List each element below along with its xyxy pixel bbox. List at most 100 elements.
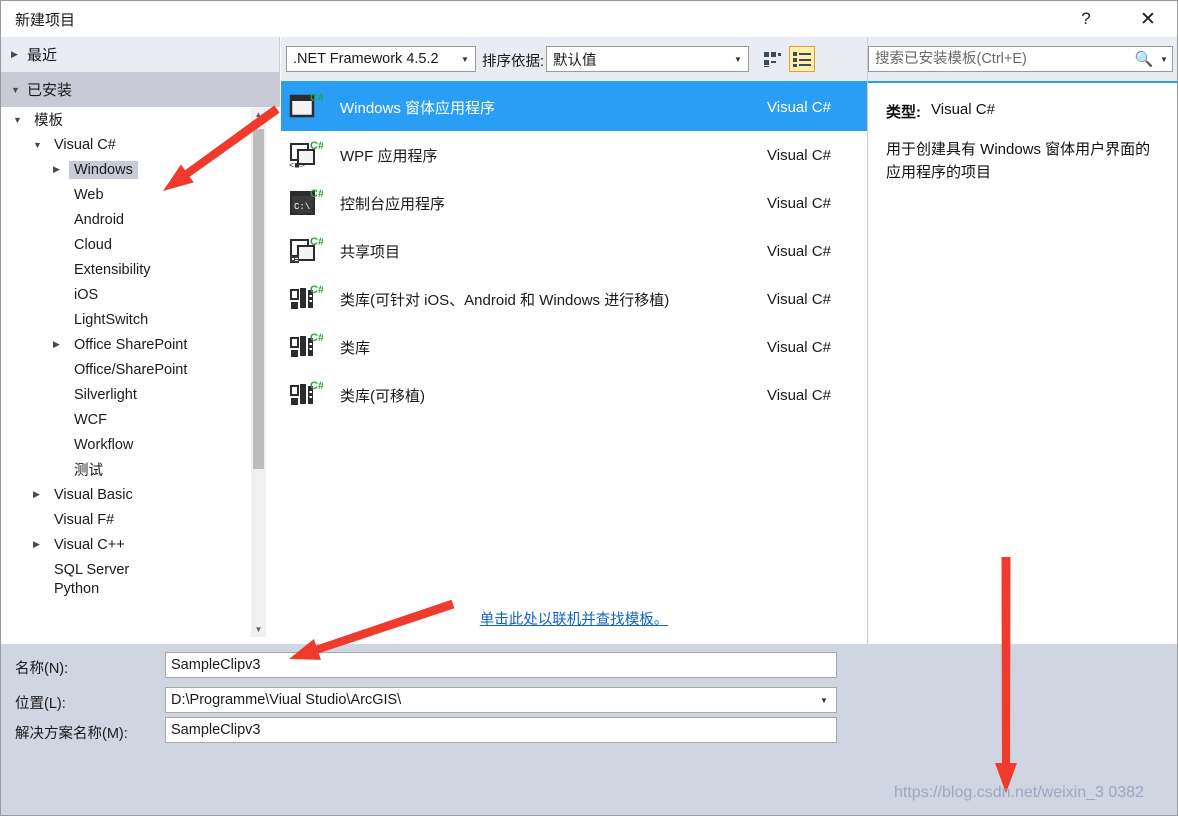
template-type-value: Visual C# — [931, 101, 995, 118]
chevron-right-icon[interactable] — [53, 164, 69, 175]
location-label: 位置(L): — [15, 696, 66, 712]
tree-item-sql-server[interactable]: SQL Server — [1, 557, 280, 582]
template-name: 类库 — [340, 339, 371, 357]
template-list[interactable]: C# Windows 窗体应用程序 Visual C# <■> C# WPF 应用程序 Vi… — [281, 81, 867, 593]
chevron-down-icon[interactable] — [13, 115, 29, 125]
watermark-text: https://blog.csdn.net/weixin_3 0382 — [894, 784, 1144, 801]
name-input[interactable]: SampleClipv3 — [165, 652, 837, 678]
tree-item-label: 模板 — [34, 113, 63, 129]
solution-name-input[interactable]: SampleClipv3 — [165, 717, 837, 743]
svg-text:C#: C# — [310, 92, 323, 104]
template-language: Visual C# — [767, 386, 831, 404]
tree-item-windows[interactable]: Windows — [1, 157, 280, 182]
search-box[interactable]: 🔍 ▼ — [868, 46, 1173, 72]
location-input[interactable]: D:\Programme\Viual Studio\ArcGIS\ ▼ — [165, 687, 837, 713]
template-list-item[interactable]: C# Windows 窗体应用程序 Visual C# — [281, 83, 867, 131]
dialog-title: 新建项目 — [15, 12, 76, 29]
tree-item-workflow[interactable]: Workflow — [1, 432, 280, 457]
tree-item-lightswitch[interactable]: LightSwitch — [1, 307, 280, 332]
tree-item-office-sharepoint[interactable]: Office/SharePoint — [1, 357, 280, 382]
tree-item-wcf[interactable]: WCF — [1, 407, 280, 432]
chevron-down-icon: ▼ — [734, 54, 742, 64]
chevron-down-icon[interactable]: ▼ — [1156, 55, 1172, 64]
tree-item-extensibility[interactable]: Extensibility — [1, 257, 280, 282]
list-view-button[interactable] — [789, 46, 815, 72]
tree-item-silverlight[interactable]: Silverlight — [1, 382, 280, 407]
framework-version-dropdown[interactable]: .NET Framework 4.5.2 ▼ — [286, 46, 476, 72]
search-area: 🔍 ▼ — [868, 37, 1177, 81]
template-type-label: 类型: — [886, 104, 921, 121]
chevron-down-icon[interactable] — [33, 140, 49, 150]
scroll-up-arrow-icon[interactable]: ▲ — [251, 107, 266, 122]
svg-text:<■>: <■> — [289, 161, 305, 171]
tree-item-label: SQL Server — [54, 561, 130, 578]
tree-item-visual-f[interactable]: Visual F# — [1, 507, 280, 532]
sidebar-group-recent[interactable]: 最近 — [1, 37, 279, 72]
tree-item-android[interactable]: Android — [1, 207, 280, 232]
tree-item-office-sharepoint[interactable]: Office SharePoint — [1, 332, 280, 357]
scrollbar-thumb[interactable] — [253, 129, 264, 469]
tree-item-label: 测试 — [74, 463, 103, 479]
help-button[interactable]: ? — [1063, 1, 1109, 37]
tree-item-cloud[interactable]: Cloud — [1, 232, 280, 257]
sidebar-group-installed[interactable]: 已安装 — [1, 72, 279, 107]
online-templates-link[interactable]: 单击此处以联机并查找模板。 — [480, 608, 669, 629]
svg-text:C#: C# — [310, 236, 323, 248]
sort-by-label: 排序依据: — [482, 54, 545, 70]
template-name: WPF 应用程序 — [340, 147, 438, 165]
wpf-csharp-icon: <■> C# — [289, 138, 324, 172]
tree-item-ios[interactable]: iOS — [1, 282, 280, 307]
template-list-item[interactable]: <■> C# WPF 应用程序 Visual C# — [281, 131, 867, 179]
tree-item-python[interactable]: Python — [1, 582, 280, 596]
template-list-item[interactable]: C# 类库 Visual C# — [281, 323, 867, 371]
tree-item-visual-c[interactable]: Visual C++ — [1, 532, 280, 557]
chevron-right-icon[interactable] — [33, 489, 49, 500]
template-list-item[interactable]: C# 类库(可针对 iOS、Android 和 Windows 进行移植) Visu… — [281, 275, 867, 323]
template-list-item[interactable]: C# 类库(可移植) Visual C# — [281, 371, 867, 419]
svg-text:C#: C# — [310, 380, 323, 392]
location-value: D:\Programme\Viual Studio\ArcGIS\ — [171, 692, 402, 708]
tree-item-[interactable]: 测试 — [1, 457, 280, 482]
template-name: 类库(可移植) — [340, 387, 425, 405]
tree-item-label: Visual Basic — [54, 486, 133, 503]
close-button[interactable]: ✕ — [1125, 1, 1171, 37]
chevron-right-icon — [11, 49, 27, 60]
title-bar: 新建项目 ? ✕ — [1, 1, 1177, 37]
tree-item-label: Android — [74, 211, 124, 228]
tree-item-visual-c[interactable]: Visual C# — [1, 132, 280, 157]
tree-item-[interactable]: 模板 — [1, 107, 280, 132]
template-info: 类型: Visual C# 用于创建具有 Windows 窗体用户界面的应用程序… — [868, 81, 1177, 644]
medium-icons-view-button[interactable] — [759, 46, 785, 72]
search-input[interactable] — [869, 50, 1132, 68]
tree-item-label: Workflow — [74, 436, 134, 453]
tree-item-label: Web — [74, 186, 104, 203]
classlib-portable-csharp-icon: C# — [289, 378, 324, 412]
info-panel: 🔍 ▼ 类型: Visual C# 用于创建具有 Windows 窗体用户界面的… — [867, 37, 1177, 644]
search-icon[interactable]: 🔍 — [1132, 50, 1156, 68]
template-language: Visual C# — [767, 146, 831, 164]
template-panel: .NET Framework 4.5.2 ▼ 排序依据: 默认值 ▼ C# Wi… — [281, 37, 867, 644]
svg-text:C:\: C:\ — [294, 202, 310, 212]
tree-item-web[interactable]: Web — [1, 182, 280, 207]
template-list-item[interactable]: C:\ C# 控制台应用程序 Visual C# — [281, 179, 867, 227]
sidebar-group-recent-label: 最近 — [27, 47, 58, 64]
sort-by-value: 默认值 — [553, 52, 597, 69]
winforms-csharp-icon: C# — [289, 90, 324, 124]
shared-project-csharp-icon: C# — [289, 234, 324, 268]
template-category-tree: 模板 Visual C# Windows Web Android Cloud Extensi… — [1, 107, 280, 637]
tree-item-label: LightSwitch — [74, 311, 149, 328]
tree-item-label: Extensibility — [74, 261, 151, 278]
tree-item-label: Office/SharePoint — [74, 361, 188, 378]
location-row: 位置(L): D:\Programme\Viual Studio\ArcGIS\… — [1, 687, 1177, 717]
chevron-down-icon[interactable]: ▼ — [815, 696, 833, 705]
name-label: 名称(N): — [15, 661, 69, 677]
sidebar-scrollbar[interactable]: ▲ ▼ — [251, 107, 266, 637]
sort-by-dropdown[interactable]: 默认值 ▼ — [546, 46, 749, 72]
template-language: Visual C# — [767, 338, 831, 356]
chevron-right-icon[interactable] — [33, 539, 49, 550]
template-list-item[interactable]: C# 共享项目 Visual C# — [281, 227, 867, 275]
template-name: 类库(可针对 iOS、Android 和 Windows 进行移植) — [340, 291, 670, 309]
tree-item-visual-basic[interactable]: Visual Basic — [1, 482, 280, 507]
chevron-right-icon[interactable] — [53, 339, 69, 350]
scroll-down-arrow-icon[interactable]: ▼ — [251, 622, 266, 637]
